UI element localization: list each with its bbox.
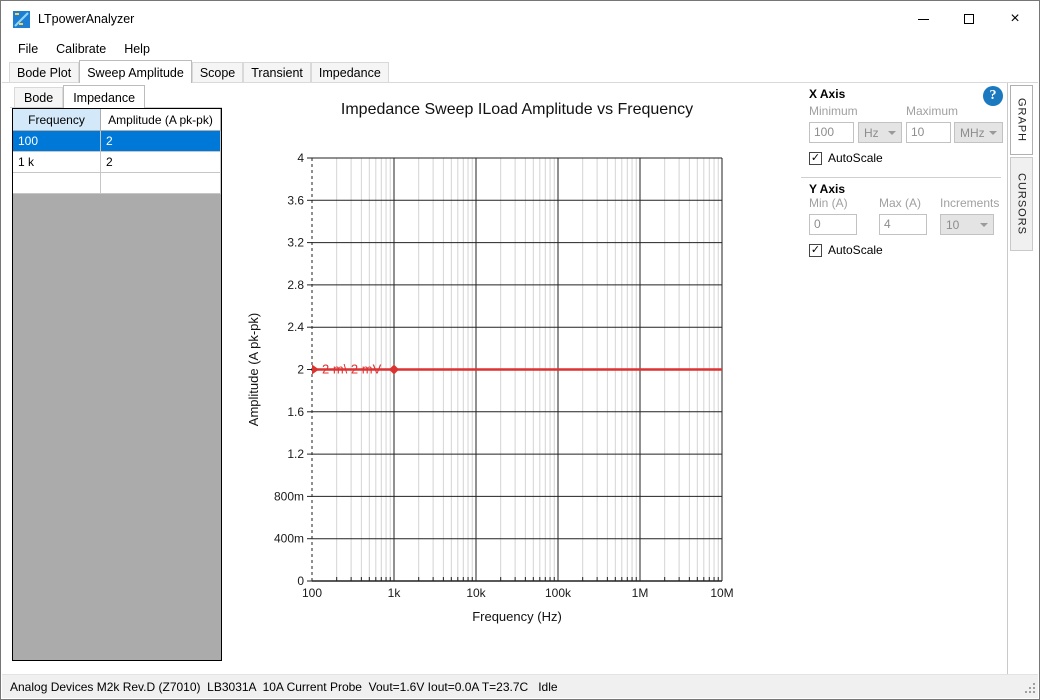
chevron-down-icon xyxy=(980,223,988,227)
y-axis-heading: Y Axis xyxy=(809,182,845,196)
y-tick-label: 1.2 xyxy=(287,447,304,461)
x-tick-label: 1M xyxy=(632,586,649,600)
cell-frequency[interactable] xyxy=(13,173,101,194)
resize-grip[interactable] xyxy=(1023,683,1035,695)
close-icon: × xyxy=(1010,11,1019,27)
y-axis-label: Amplitude (A pk-pk) xyxy=(246,313,261,426)
y-tick-label: 4 xyxy=(297,151,304,165)
y-tick-label: 3.6 xyxy=(287,193,304,207)
app-window: LTpowerAnalyzer × File Calibrate Help Bo… xyxy=(0,0,1040,700)
x-min-unit-value: Hz xyxy=(864,126,879,140)
x-axis-heading: X Axis xyxy=(809,87,845,101)
tab-transient[interactable]: Transient xyxy=(243,62,311,82)
x-max-label: Maximum xyxy=(906,104,958,118)
y-min-label: Min (A) xyxy=(809,196,848,210)
y-tick-label: 800m xyxy=(274,489,304,503)
x-min-input: 100 xyxy=(809,122,854,143)
y-tick-label: 2.4 xyxy=(287,320,304,334)
chevron-down-icon xyxy=(888,131,896,135)
maximize-button[interactable] xyxy=(946,2,992,36)
subtab-impedance[interactable]: Impedance xyxy=(63,85,145,108)
minimize-icon xyxy=(918,19,929,20)
y-increments-dropdown: 10 xyxy=(940,214,994,235)
x-autoscale-checkbox[interactable]: ✓ xyxy=(809,152,822,165)
data-point-marker xyxy=(312,365,319,375)
y-autoscale-label: AutoScale xyxy=(828,243,883,257)
x-min-unit-dropdown: Hz xyxy=(858,122,902,143)
y-tick-label: 400m xyxy=(274,532,304,546)
cell-frequency[interactable]: 100 xyxy=(13,131,101,152)
column-header-frequency[interactable]: Frequency xyxy=(13,109,101,131)
x-tick-label: 100k xyxy=(545,586,572,600)
menu-file[interactable]: File xyxy=(9,39,47,59)
status-bar: Analog Devices M2k Rev.D (Z7010) LB3031A… xyxy=(2,674,1038,698)
status-text: Analog Devices M2k Rev.D (Z7010) LB3031A… xyxy=(10,680,558,694)
y-increments-label: Increments xyxy=(940,196,999,210)
y-tick-label: 1.6 xyxy=(287,405,304,419)
tab-bode-plot[interactable]: Bode Plot xyxy=(9,62,79,82)
window-controls: × xyxy=(900,2,1038,36)
side-tab-cursors[interactable]: CURSORS xyxy=(1010,157,1033,251)
menu-bar: File Calibrate Help xyxy=(2,37,1038,60)
axis-settings-panel: X Axis ? Minimum Maximum 100 Hz 10 MHz ✓… xyxy=(797,83,1007,676)
close-button[interactable]: × xyxy=(992,2,1038,36)
y-tick-label: 2.8 xyxy=(287,278,304,292)
menu-help[interactable]: Help xyxy=(115,39,159,59)
table-row[interactable]: 1 k 2 xyxy=(13,152,221,173)
impedance-sweep-chart: 0400m800m1.21.622.42.83.23.641001k10k100… xyxy=(230,83,796,676)
y-increments-value: 10 xyxy=(946,218,959,232)
x-tick-label: 100 xyxy=(302,586,322,600)
content-area: Bode Impedance Frequency Amplitude (A pk… xyxy=(2,83,1038,674)
series-label: 2 m\ 2 mV xyxy=(322,362,382,377)
x-autoscale-label: AutoScale xyxy=(828,151,883,165)
minimize-button[interactable] xyxy=(900,2,946,36)
column-header-amplitude[interactable]: Amplitude (A pk-pk) xyxy=(101,109,221,131)
chevron-down-icon xyxy=(989,131,997,135)
y-min-input: 0 xyxy=(809,214,857,235)
side-tab-graph-label: GRAPH xyxy=(1016,98,1028,142)
maximize-icon xyxy=(964,14,974,24)
x-tick-label: 10k xyxy=(466,586,486,600)
tab-scope[interactable]: Scope xyxy=(192,62,243,82)
section-divider xyxy=(801,177,1001,178)
table-row[interactable]: 100 2 xyxy=(13,131,221,152)
y-autoscale-checkbox[interactable]: ✓ xyxy=(809,244,822,257)
sweep-table: Frequency Amplitude (A pk-pk) 100 2 1 k … xyxy=(12,108,222,661)
table-row[interactable] xyxy=(13,173,221,194)
main-tab-strip: Bode Plot Sweep Amplitude Scope Transien… xyxy=(2,60,1038,83)
chart-panel: 0400m800m1.21.622.42.83.23.641001k10k100… xyxy=(230,83,796,676)
tab-sweep-amplitude[interactable]: Sweep Amplitude xyxy=(79,60,192,83)
menu-calibrate[interactable]: Calibrate xyxy=(47,39,115,59)
x-axis-label: Frequency (Hz) xyxy=(472,609,562,624)
y-tick-label: 3.2 xyxy=(287,236,304,250)
table-header-row: Frequency Amplitude (A pk-pk) xyxy=(13,109,221,131)
cell-amplitude[interactable] xyxy=(101,173,221,194)
x-tick-label: 10M xyxy=(710,586,733,600)
y-max-label: Max (A) xyxy=(879,196,921,210)
side-tab-graph[interactable]: GRAPH xyxy=(1010,85,1033,155)
title-bar: LTpowerAnalyzer × xyxy=(2,2,1038,36)
sub-tab-strip: Bode Impedance xyxy=(10,85,222,108)
cell-amplitude[interactable]: 2 xyxy=(101,131,221,152)
window-title: LTpowerAnalyzer xyxy=(38,12,134,26)
cell-frequency[interactable]: 1 k xyxy=(13,152,101,173)
tab-impedance[interactable]: Impedance xyxy=(311,62,389,82)
cell-amplitude[interactable]: 2 xyxy=(101,152,221,173)
y-max-input: 4 xyxy=(879,214,927,235)
side-tab-strip: GRAPH CURSORS xyxy=(1007,83,1034,676)
y-tick-label: 2 xyxy=(297,363,304,377)
chart-title: Impedance Sweep ILoad Amplitude vs Frequ… xyxy=(341,101,693,118)
x-min-label: Minimum xyxy=(809,104,858,118)
subtab-bode[interactable]: Bode xyxy=(14,87,63,107)
app-icon xyxy=(13,11,30,28)
x-max-input: 10 xyxy=(906,122,951,143)
x-autoscale-row: ✓ AutoScale xyxy=(809,151,883,165)
y-autoscale-row: ✓ AutoScale xyxy=(809,243,883,257)
x-max-unit-value: MHz xyxy=(960,126,985,140)
side-tab-cursors-label: CURSORS xyxy=(1016,173,1028,235)
x-max-unit-dropdown: MHz xyxy=(954,122,1003,143)
help-icon[interactable]: ? xyxy=(983,86,1003,106)
x-tick-label: 1k xyxy=(388,586,402,600)
